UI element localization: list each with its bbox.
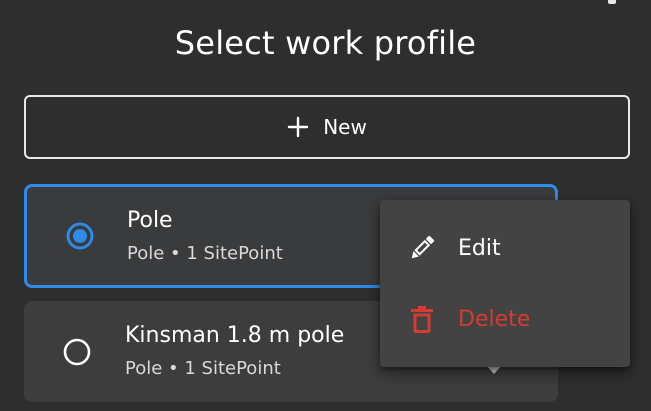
status-bar-indicator [608,0,616,4]
radio-checked-icon[interactable] [66,222,94,250]
trash-icon [411,306,433,333]
edit-menu-item[interactable]: Edit [380,213,630,283]
profile-subtitle: Pole • 1 SitePoint [127,243,283,264]
profile-name: Kinsman 1.8 m pole [125,323,345,348]
plus-icon [287,116,309,138]
edit-menu-item-label: Edit [458,235,501,261]
profile-subtitle: Pole • 1 SitePoint [125,358,281,379]
page-title: Select work profile [174,24,477,62]
new-profile-button[interactable]: New [24,95,630,159]
delete-menu-item-label: Delete [458,306,531,332]
radio-unchecked-icon[interactable] [63,338,91,366]
profile-name: Pole [127,208,173,233]
new-profile-button-label: New [323,115,367,139]
pencil-icon [411,235,435,259]
profile-context-menu: Edit Delete [380,200,630,367]
delete-menu-item[interactable]: Delete [380,284,630,354]
